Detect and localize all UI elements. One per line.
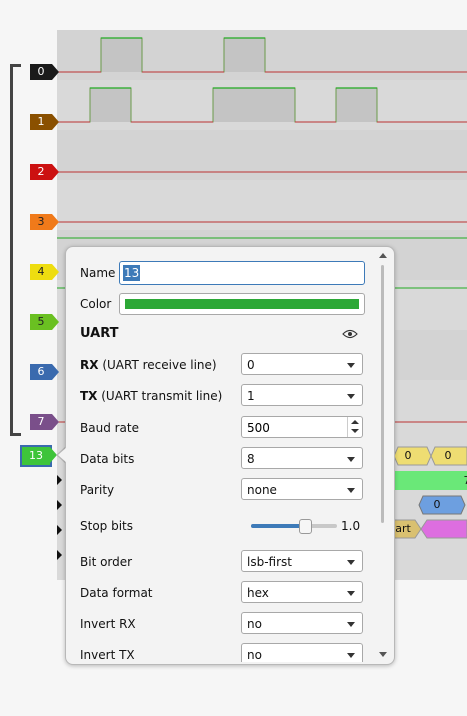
data-bits-label: Data bits (80, 452, 135, 466)
rx-label: RX (UART receive line) (80, 358, 217, 372)
stop-bits-slider[interactable] (251, 519, 337, 534)
channel-label-text: 7 (37, 415, 45, 428)
chevron-down-icon (347, 488, 355, 493)
name-label: Name (80, 266, 116, 280)
decoder-label-text: 13 (29, 449, 43, 462)
channel-label-0[interactable]: 0 (30, 64, 59, 80)
data-format-label: Data format (80, 586, 153, 600)
data-format-select[interactable]: hex (241, 581, 363, 603)
popup-scrollbar[interactable] (378, 253, 388, 658)
section-title: UART (80, 326, 119, 341)
channel-label-text: 5 (37, 315, 45, 328)
eye-icon[interactable] (342, 328, 358, 340)
row-arrow-icon (57, 500, 62, 510)
invert-rx-label: Invert RX (80, 617, 136, 631)
chevron-down-icon (347, 363, 355, 368)
slider-fill (251, 524, 305, 528)
popup-pointer-inner (58, 447, 67, 463)
annotation-value: 7 (457, 472, 467, 490)
channel-label-3[interactable]: 3 (30, 214, 59, 230)
row-arrow-icon (57, 525, 62, 535)
channel-label-1[interactable]: 1 (30, 114, 59, 130)
chevron-down-icon (347, 394, 355, 399)
chevron-down-icon (347, 457, 355, 462)
channel-label-text: 6 (37, 365, 45, 378)
chevron-down-icon (347, 653, 355, 658)
row-arrow-icon (57, 475, 62, 485)
decoder-label-13[interactable]: 13 (20, 445, 57, 467)
slider-handle[interactable] (299, 519, 312, 534)
bit-order-select[interactable]: lsb-first (241, 550, 363, 572)
rx-select[interactable]: 0 (241, 353, 363, 375)
channel-label-6[interactable]: 6 (30, 364, 59, 380)
chevron-down-icon (347, 622, 355, 627)
parity-select[interactable]: none (241, 478, 363, 500)
channel-label-text: 2 (37, 165, 45, 178)
name-input-value: 13 (123, 265, 141, 281)
channel-label-text: 0 (37, 65, 45, 78)
baud-rate-spinbox[interactable]: 500 (241, 416, 363, 438)
tx-label: TX (UART transmit line) (80, 389, 223, 403)
annotation-value: 0 (433, 498, 441, 511)
trace-ch1 (57, 87, 467, 123)
row-arrow-icon (57, 550, 62, 560)
channel-label-7[interactable]: 7 (30, 414, 59, 430)
channel-label-2[interactable]: 2 (30, 164, 59, 180)
color-swatch (125, 299, 359, 309)
color-label: Color (80, 297, 112, 311)
stop-bits-value: 1.0 (341, 519, 361, 533)
invert-tx-select[interactable]: no (241, 643, 363, 662)
channel-label-text: 4 (37, 265, 45, 278)
name-input[interactable]: 13 (119, 261, 365, 285)
trace-ch0 (57, 37, 467, 73)
stop-bits-label: Stop bits (80, 519, 134, 533)
channel-label-text: 1 (37, 115, 45, 128)
color-picker-button[interactable] (119, 293, 365, 315)
bit-order-label: Bit order (80, 555, 133, 569)
data-bits-select[interactable]: 8 (241, 447, 363, 469)
channel-label-4[interactable]: 4 (30, 264, 59, 280)
parity-label: Parity (80, 483, 115, 497)
scrollbar-thumb[interactable] (381, 265, 384, 523)
tx-select[interactable]: 1 (241, 384, 363, 406)
spin-arrows-icon[interactable] (347, 417, 362, 437)
annotation-value: 0 (444, 449, 452, 462)
channel-group-bracket (10, 64, 21, 436)
channel-label-5[interactable]: 5 (30, 314, 59, 330)
annotation-value: 0 (404, 449, 412, 462)
decoder-settings-popup: Name 13 Color UART RX (UART receive line… (65, 246, 395, 665)
scroll-up-icon[interactable] (379, 253, 387, 258)
invert-rx-select[interactable]: no (241, 612, 363, 634)
chevron-down-icon (347, 560, 355, 565)
scroll-down-icon[interactable] (379, 652, 387, 657)
chevron-down-icon (347, 591, 355, 596)
channel-label-text: 3 (37, 215, 45, 228)
baud-rate-label: Baud rate (80, 421, 139, 435)
invert-tx-label: Invert TX (80, 648, 135, 662)
